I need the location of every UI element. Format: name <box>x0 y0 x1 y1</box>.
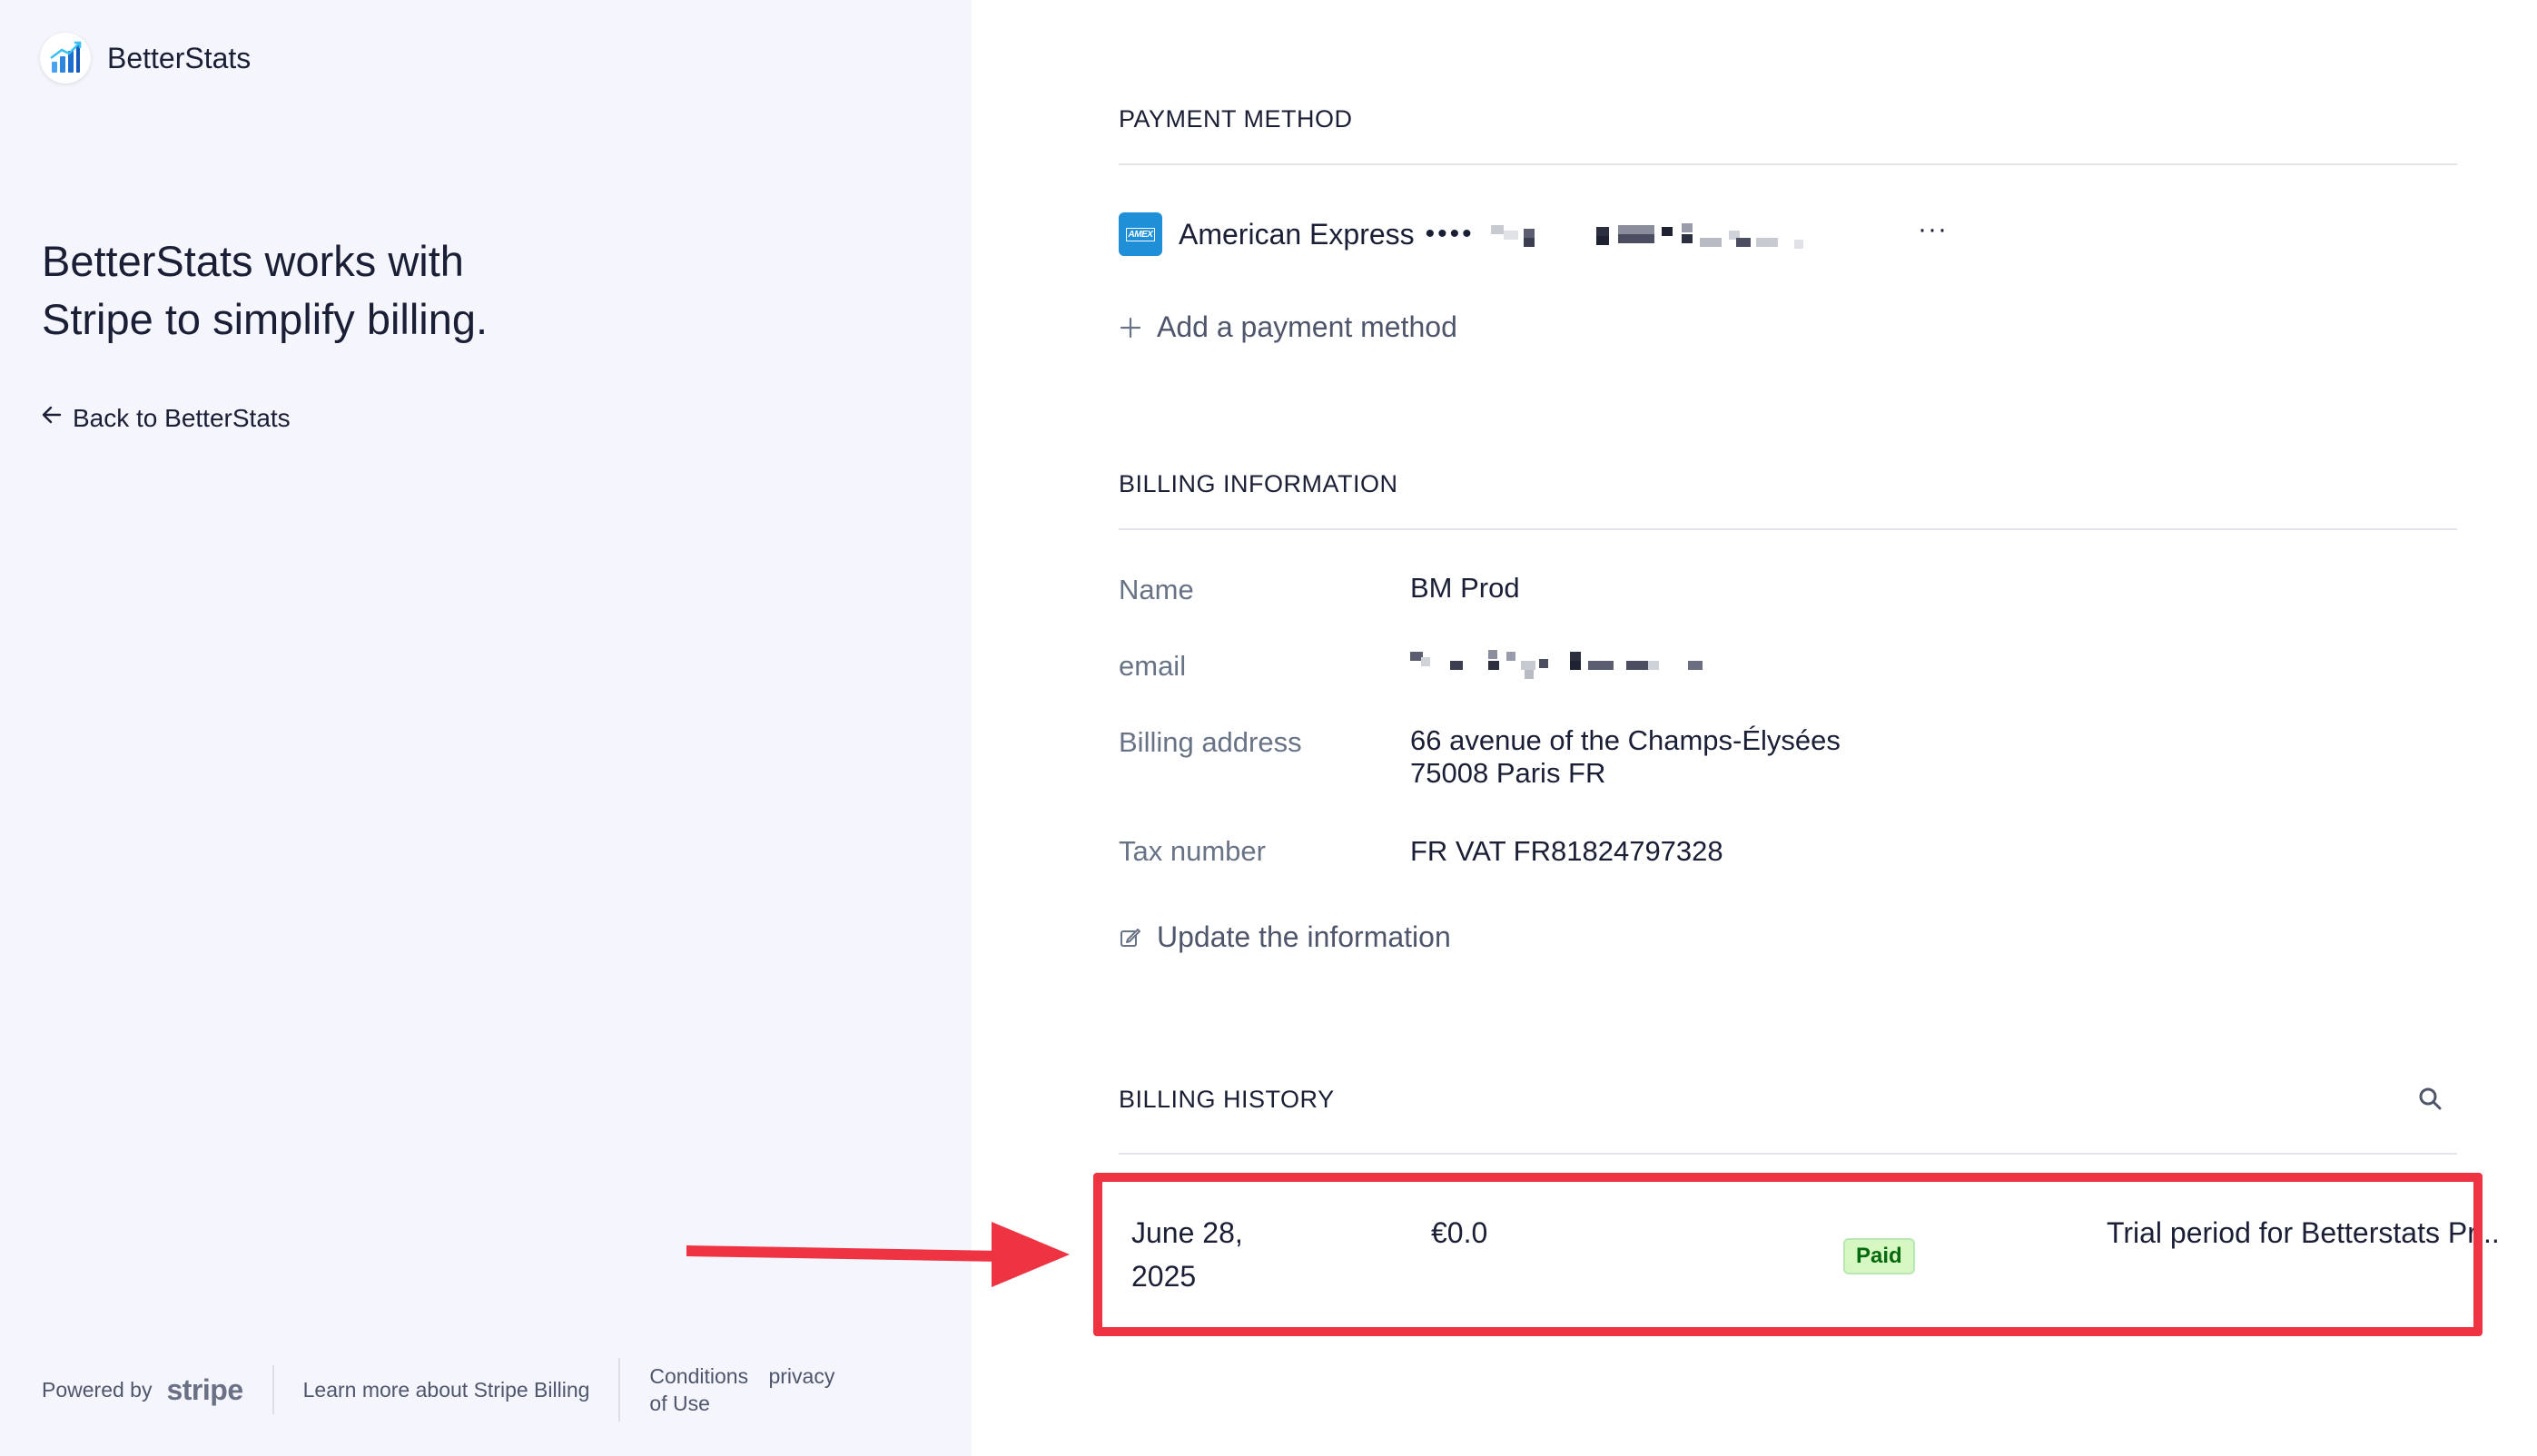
back-link-label: Back to BetterStats <box>73 403 291 432</box>
update-information-label: Update the information <box>1157 920 1451 953</box>
email-label: email <box>1119 650 1187 682</box>
section-divider <box>1119 163 2457 165</box>
redacted-card-details <box>1490 221 1845 249</box>
plus-icon <box>1119 316 1142 339</box>
footer-divider <box>618 1358 621 1422</box>
tax-number-value: FR VAT FR81824797328 <box>1410 835 1723 867</box>
name-label: Name <box>1119 574 1194 605</box>
billing-information-title: BILLING INFORMATION <box>1119 470 1398 497</box>
update-information-link[interactable]: Update the information <box>1119 920 1451 954</box>
footer: Powered by stripe Learn more about Strip… <box>42 1358 849 1422</box>
card-brand: American Express <box>1179 217 1415 251</box>
tax-number-label: Tax number <box>1119 835 1266 867</box>
add-payment-method-label: Add a payment method <box>1157 310 1457 343</box>
address-line-1: 66 avenue of the Champs-Élysées <box>1410 724 1841 756</box>
page-headline: BetterStats works with Stripe to simplif… <box>42 232 732 349</box>
more-options-icon[interactable]: ··· <box>1918 214 1948 245</box>
footer-links: Conditions privacy of Use <box>649 1363 849 1417</box>
bar-chart-icon <box>40 33 91 84</box>
headline-line-1: BetterStats works with <box>42 237 464 285</box>
of-use-link[interactable]: of Use <box>649 1390 849 1417</box>
brand-name: BetterStats <box>107 41 252 74</box>
card-masked-digits: •••• <box>1425 219 1475 249</box>
payment-method-row: AMEX American Express •••• <box>1119 212 1845 256</box>
billing-history-title: BILLING HISTORY <box>1119 1086 1335 1113</box>
edit-icon <box>1119 926 1142 949</box>
headline-line-2: Stripe to simplify billing. <box>42 295 489 343</box>
learn-more-link[interactable]: Learn more about Stripe Billing <box>303 1378 590 1402</box>
address-line-2: 75008 Paris FR <box>1410 757 1606 789</box>
section-divider <box>1119 528 2457 530</box>
back-link[interactable]: Back to BetterStats <box>40 403 291 433</box>
conditions-link[interactable]: Conditions <box>649 1364 748 1388</box>
section-divider <box>1119 1153 2457 1155</box>
billing-address-value: 66 avenue of the Champs-Élysées 75008 Pa… <box>1410 724 1841 790</box>
payment-method-title: PAYMENT METHOD <box>1119 105 1353 133</box>
annotation-highlight-box <box>1093 1173 2483 1336</box>
powered-by-stripe[interactable]: Powered by stripe <box>42 1373 243 1407</box>
privacy-link[interactable]: privacy <box>768 1364 834 1388</box>
powered-by-label: Powered by <box>42 1377 153 1402</box>
annotation-arrow <box>683 1216 1073 1294</box>
redacted-email <box>1410 650 1755 679</box>
add-payment-method-link[interactable]: Add a payment method <box>1119 310 1457 344</box>
footer-divider <box>271 1365 274 1414</box>
name-value: BM Prod <box>1410 572 1520 604</box>
arrow-left-icon <box>40 403 73 433</box>
billing-address-label: Billing address <box>1119 726 1302 758</box>
stripe-logo: stripe <box>166 1372 243 1406</box>
brand[interactable]: BetterStats <box>40 33 251 84</box>
amex-card-icon: AMEX <box>1119 212 1162 256</box>
search-icon[interactable] <box>2417 1086 2443 1116</box>
